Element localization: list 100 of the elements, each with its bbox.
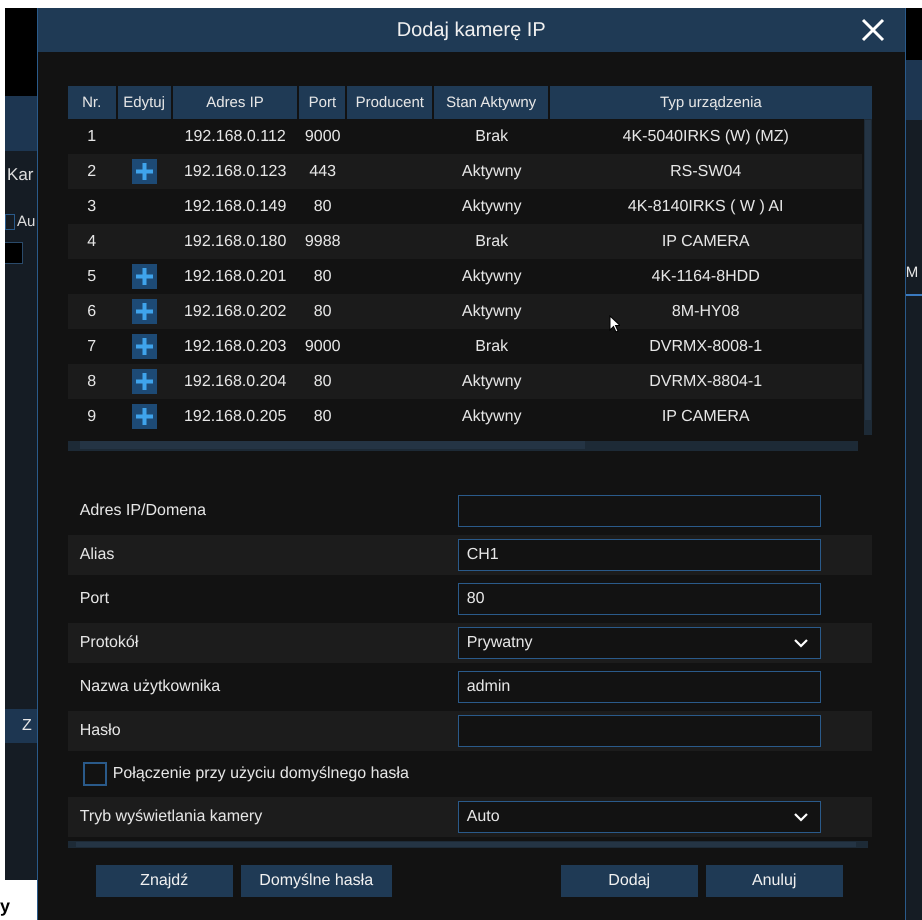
table-cell-text: 192.168.0.112 bbox=[184, 128, 287, 146]
plus-icon[interactable] bbox=[132, 369, 157, 394]
table-row[interactable]: 3 192.168.0.149 80 Aktywny 4K-8140IRKS ( W ) AI bbox=[68, 189, 862, 224]
table-cell-text: Aktywny bbox=[460, 302, 522, 320]
column-header: Edytuj bbox=[118, 86, 171, 119]
plus-icon[interactable] bbox=[132, 159, 157, 184]
table-row[interactable]: 1 192.168.0.112 9000 Brak 4K-5040IRKS (W) (MZ) bbox=[68, 119, 862, 154]
scrollbar[interactable] bbox=[68, 841, 868, 848]
dialog-title: Dodaj kamerę IP bbox=[396, 18, 546, 42]
table-cell-text: Aktywny bbox=[460, 408, 522, 426]
checkbox-label: Połączenie przy użyciu domyślnego hasła bbox=[112, 765, 409, 783]
plus-icon[interactable] bbox=[132, 404, 157, 429]
table-row[interactable]: 2 192.168.0.123 443 Aktywny RS-SW04 bbox=[68, 154, 862, 189]
table-cell-text: Aktywny bbox=[460, 372, 522, 390]
table-cell-text: Brak bbox=[474, 338, 510, 356]
table-row[interactable]: 8 192.168.0.204 80 Aktywny DVRMX-8804-1 bbox=[68, 364, 862, 399]
scrollbar[interactable] bbox=[864, 119, 872, 435]
dialog-button[interactable]: Anuluj bbox=[706, 865, 843, 897]
field-label: Adres IP/Domena bbox=[80, 502, 206, 520]
table-cell-text: IP CAMERA bbox=[660, 232, 751, 250]
table-cell-text: 4K-5040IRKS (W) (MZ) bbox=[622, 128, 790, 146]
mouse-cursor-icon bbox=[608, 315, 620, 333]
table-cell-text: 192.168.0.203 bbox=[183, 338, 288, 356]
table-row[interactable]: 4 192.168.0.180 9988 Brak IP CAMERA bbox=[68, 224, 862, 259]
table-cell-text: 9000 bbox=[304, 338, 342, 356]
plus-icon[interactable] bbox=[132, 334, 157, 359]
close-icon[interactable] bbox=[860, 18, 885, 42]
column-header: Adres IP bbox=[172, 86, 298, 119]
input-field[interactable] bbox=[458, 715, 821, 747]
field-label: Port bbox=[80, 590, 110, 608]
table-row[interactable]: 6 192.168.0.202 80 Aktywny 8M-HY08 bbox=[68, 294, 862, 329]
table-cell-text: 8 bbox=[86, 372, 98, 390]
dialog-button[interactable]: Dodaj bbox=[560, 865, 698, 897]
table-cell-text: Aktywny bbox=[460, 198, 522, 216]
table-cell-text: RS-SW04 bbox=[669, 162, 742, 180]
background-text: M bbox=[906, 264, 918, 281]
table-cell-text: 192.168.0.202 bbox=[183, 302, 288, 320]
input-field[interactable]: admin bbox=[458, 671, 821, 703]
table-cell-text: DVRMX-8008-1 bbox=[648, 338, 764, 356]
table-cell-text: 80 bbox=[312, 302, 333, 320]
table-cell-text: 9000 bbox=[304, 128, 342, 146]
table-cell-text: 4 bbox=[86, 232, 98, 250]
table-row[interactable]: 9 192.168.0.205 80 Aktywny IP CAMERA bbox=[68, 399, 862, 434]
checkbox[interactable] bbox=[5, 214, 15, 230]
table-cell-text: 8M-HY08 bbox=[670, 302, 740, 320]
field-label: Hasło bbox=[80, 722, 121, 740]
table-cell-text: 192.168.0.201 bbox=[183, 268, 288, 286]
plus-icon[interactable] bbox=[132, 264, 157, 289]
table-cell-text: 7 bbox=[86, 338, 98, 356]
background-text: Kar bbox=[6, 165, 34, 185]
table-cell-text: 4K-8140IRKS ( W ) AI bbox=[626, 198, 784, 216]
field-label: Alias bbox=[80, 546, 114, 564]
field-label: Tryb wyświetlania kamery bbox=[80, 808, 262, 826]
column-header: Nr. bbox=[68, 86, 116, 119]
table-cell-text: 443 bbox=[308, 162, 338, 180]
header-bar bbox=[5, 96, 37, 151]
table-cell-text: 192.168.0.204 bbox=[183, 372, 288, 390]
scrollbar[interactable] bbox=[68, 441, 858, 451]
table-cell-text: 192.168.0.205 bbox=[183, 408, 288, 426]
table-cell-text: 9988 bbox=[304, 232, 342, 250]
table-cell-text: DVRMX-8804-1 bbox=[648, 372, 764, 390]
table-cell-text: 80 bbox=[312, 372, 333, 390]
table-cell-text: 192.168.0.123 bbox=[183, 162, 288, 180]
input-field[interactable]: CH1 bbox=[458, 539, 821, 571]
background-button[interactable]: Z bbox=[5, 709, 37, 743]
table-cell-text: Aktywny bbox=[460, 162, 522, 180]
dialog-button[interactable]: Znajdź bbox=[96, 865, 233, 897]
background-text: y bbox=[0, 896, 12, 918]
table-cell-text: 80 bbox=[312, 268, 333, 286]
chevron-down-icon bbox=[794, 812, 808, 822]
column-header: Stan Aktywny bbox=[434, 86, 548, 119]
field-label: Nazwa użytkownika bbox=[80, 678, 220, 696]
checkbox[interactable] bbox=[82, 762, 107, 786]
table-cell-text: 6 bbox=[86, 302, 98, 320]
table-cell-text: Brak bbox=[474, 128, 510, 146]
table-row[interactable]: 7 192.168.0.203 9000 Brak DVRMX-8008-1 bbox=[68, 329, 862, 364]
table-cell-text: 80 bbox=[312, 408, 333, 426]
chevron-down-icon bbox=[794, 638, 808, 648]
table-cell-text: 2 bbox=[86, 162, 98, 180]
table-cell-text: 5 bbox=[86, 268, 98, 286]
table-cell-text: 80 bbox=[312, 198, 333, 216]
field-label: Protokół bbox=[80, 634, 138, 652]
table-cell-text: Aktywny bbox=[460, 268, 522, 286]
table-cell-text: 3 bbox=[86, 198, 98, 216]
input-field[interactable] bbox=[458, 495, 821, 527]
dropdown[interactable]: Auto bbox=[458, 801, 821, 833]
plus-icon[interactable] bbox=[132, 299, 157, 324]
table-cell-text: 4K-1164-8HDD bbox=[650, 268, 761, 286]
table-cell-text: Brak bbox=[474, 232, 510, 250]
table-cell-text: IP CAMERA bbox=[660, 408, 751, 426]
table-cell-text: 192.168.0.180 bbox=[183, 232, 288, 250]
dropdown[interactable]: Prywatny bbox=[458, 627, 821, 659]
table-row[interactable]: 5 192.168.0.201 80 Aktywny 4K-1164-8HDD bbox=[68, 259, 862, 294]
background-text: Au bbox=[17, 213, 36, 230]
input-field[interactable]: 80 bbox=[458, 583, 821, 615]
header-bar bbox=[906, 60, 922, 120]
table-cell-text: 9 bbox=[86, 408, 98, 426]
dialog-button[interactable]: Domyślne hasła bbox=[240, 865, 392, 897]
input-field[interactable] bbox=[5, 242, 23, 264]
table-cell-text: 192.168.0.149 bbox=[183, 198, 288, 216]
